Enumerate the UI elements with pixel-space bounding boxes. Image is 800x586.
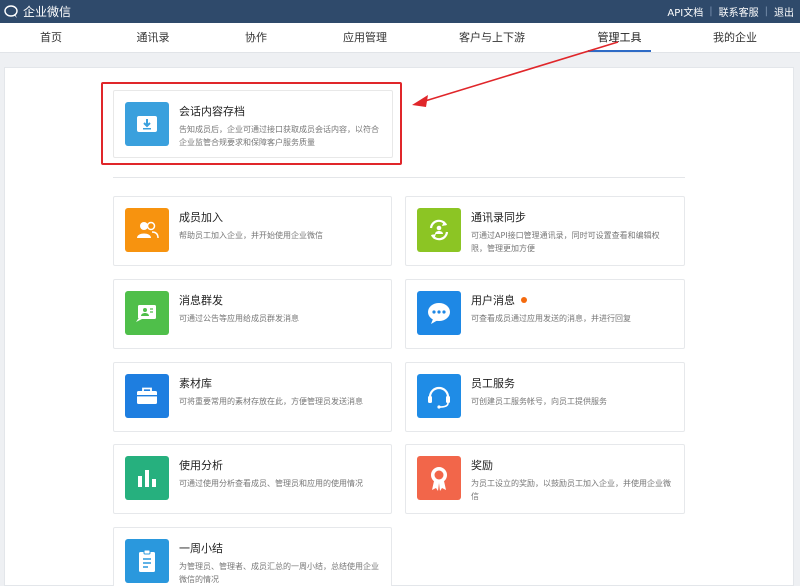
chat-bubble-icon <box>417 291 461 335</box>
card-desc: 可创建员工服务帐号，向员工提供服务 <box>471 397 607 406</box>
new-badge-dot <box>521 297 527 303</box>
tab-customers-partners[interactable]: 客户与上下游 <box>452 23 532 53</box>
contact-support-link[interactable]: 联系客服 <box>719 4 759 19</box>
tool-card-session-archive[interactable]: 会话内容存档 告知成员后，企业可通过接口获取成员会话内容，以符合企业监管合规要求… <box>113 90 393 158</box>
tool-card-member-join[interactable]: 成员加入 帮助员工加入企业，并开始使用企业微信 <box>113 196 392 266</box>
card-title: 员工服务 <box>471 377 515 390</box>
card-title: 消息群发 <box>179 294 223 307</box>
tool-card-contacts-sync[interactable]: 通讯录同步 可通过API接口管理通讯录，同时可设置查看和编辑权限，管理更加方便 <box>405 196 685 266</box>
card-title: 通讯录同步 <box>471 211 526 224</box>
tool-card-material-library[interactable]: 素材库 可将重要常用的素材存放在此，方便管理员发送消息 <box>113 362 392 432</box>
card-desc: 帮助员工加入企业，并开始使用企业微信 <box>179 231 323 240</box>
bar-chart-icon <box>125 456 169 500</box>
briefcase-icon <box>125 374 169 418</box>
card-desc: 告知成员后，企业可通过接口获取成员会话内容，以符合企业监管合规要求和保障客户服务… <box>179 125 379 147</box>
card-desc: 可通过API接口管理通讯录，同时可设置查看和编辑权限，管理更加方便 <box>471 231 660 253</box>
tool-card-usage-analysis[interactable]: 使用分析 可通过使用分析查看成员、管理员和应用的使用情况 <box>113 444 392 514</box>
members-icon <box>125 208 169 252</box>
logo-text: 企业微信 <box>23 5 72 19</box>
card-desc: 可通过使用分析查看成员、管理员和应用的使用情况 <box>179 479 363 488</box>
headset-icon <box>417 374 461 418</box>
logo[interactable]: 企业微信 <box>4 3 71 20</box>
separator: | <box>764 6 768 17</box>
wecom-logo-icon <box>4 4 18 18</box>
card-title: 一周小结 <box>179 542 223 555</box>
card-desc: 为管理员、管理者、成员汇总的一周小结，总结使用企业微信的情况 <box>179 562 379 584</box>
sync-icon <box>417 208 461 252</box>
card-desc: 可通过公告等应用给成员群发消息 <box>179 314 299 323</box>
card-title: 成员加入 <box>179 211 223 224</box>
card-title-text: 用户消息 <box>471 294 515 307</box>
tab-contacts[interactable]: 通讯录 <box>132 23 174 53</box>
tab-collaboration[interactable]: 协作 <box>235 23 277 53</box>
card-title: 会话内容存档 <box>179 105 245 118</box>
card-title: 用户消息 <box>471 292 527 308</box>
medal-icon <box>417 456 461 500</box>
section-divider <box>113 177 685 178</box>
separator: | <box>709 6 713 17</box>
card-title: 素材库 <box>179 377 212 390</box>
card-title: 奖励 <box>471 459 493 472</box>
main-nav: 首页 通讯录 协作 应用管理 客户与上下游 管理工具 我的企业 <box>0 23 800 53</box>
top-bar: 企业微信 API文档 | 联系客服 | 退出 <box>0 0 800 23</box>
card-desc: 可将重要常用的素材存放在此，方便管理员发送消息 <box>179 397 363 406</box>
tool-card-rewards[interactable]: 奖励 为员工设立的奖励，以鼓励员工加入企业，并使用企业微信 <box>405 444 685 514</box>
top-links: API文档 | 联系客服 | 退出 <box>667 4 794 19</box>
clipboard-icon <box>125 539 169 583</box>
tool-card-user-messages[interactable]: 用户消息 可查看成员通过应用发送的消息，并进行回复 <box>405 279 685 349</box>
card-desc: 可查看成员通过应用发送的消息，并进行回复 <box>471 314 631 323</box>
tab-app-management[interactable]: 应用管理 <box>335 23 395 53</box>
card-desc: 为员工设立的奖励，以鼓励员工加入企业，并使用企业微信 <box>471 479 671 501</box>
logout-link[interactable]: 退出 <box>774 4 794 19</box>
tab-home[interactable]: 首页 <box>30 23 72 53</box>
tab-management-tools[interactable]: 管理工具 <box>588 23 651 53</box>
broadcast-icon <box>125 291 169 335</box>
tool-card-weekly-summary[interactable]: 一周小结 为管理员、管理者、成员汇总的一周小结，总结使用企业微信的情况 <box>113 527 392 586</box>
tool-card-broadcast[interactable]: 消息群发 可通过公告等应用给成员群发消息 <box>113 279 392 349</box>
card-title: 使用分析 <box>179 459 223 472</box>
archive-download-icon <box>125 102 169 146</box>
tab-my-enterprise[interactable]: 我的企业 <box>705 23 765 53</box>
api-docs-link[interactable]: API文档 <box>667 4 703 19</box>
tool-card-employee-service[interactable]: 员工服务 可创建员工服务帐号，向员工提供服务 <box>405 362 685 432</box>
